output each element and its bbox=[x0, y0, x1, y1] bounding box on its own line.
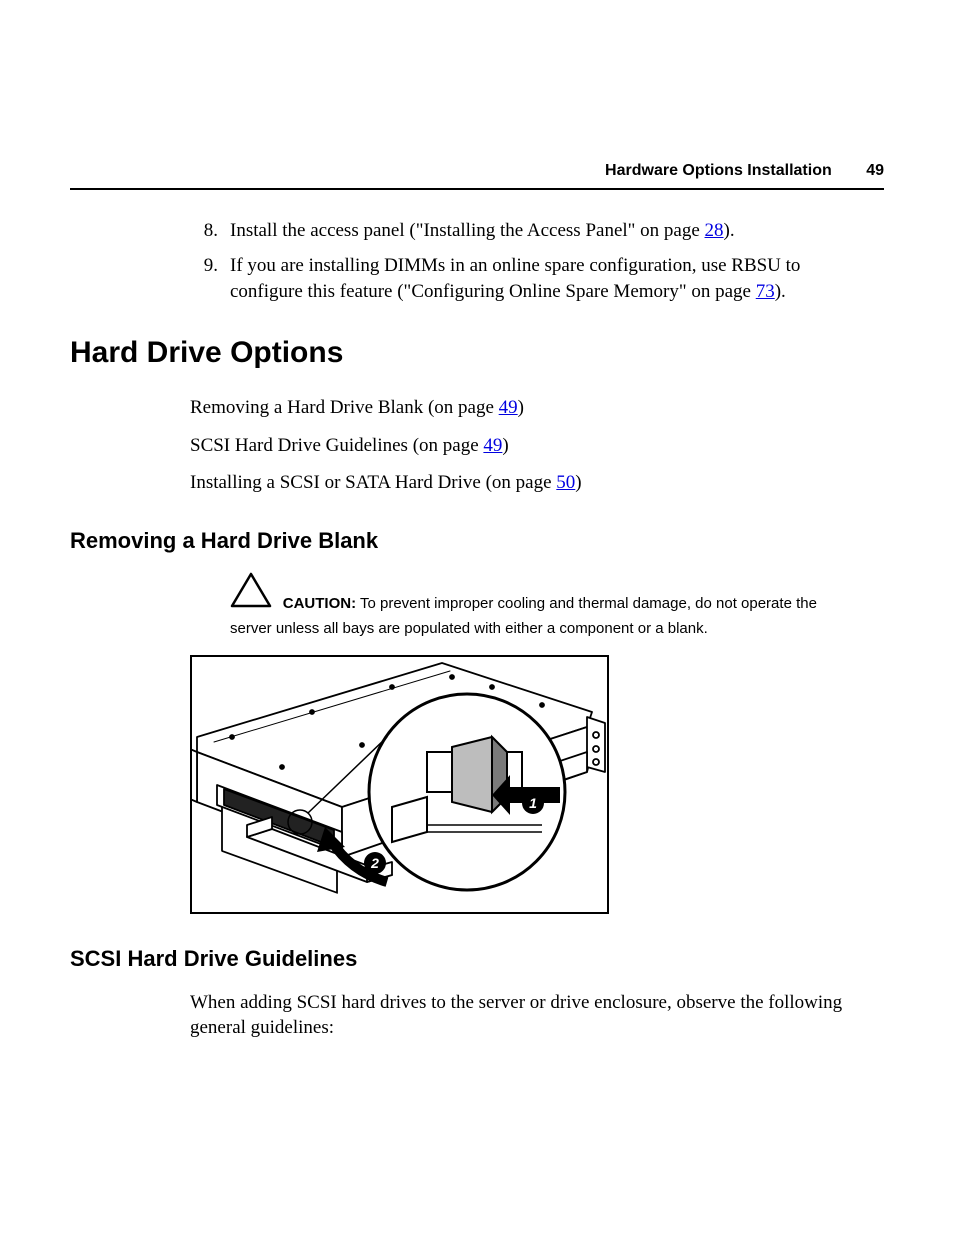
header-title: Hardware Options Installation bbox=[605, 162, 832, 179]
running-header: Hardware Options Installation 49 bbox=[70, 60, 884, 190]
step-8: 8. Install the access panel ("Installing… bbox=[190, 218, 854, 244]
caution-block: CAUTION: To prevent improper cooling and… bbox=[230, 572, 824, 641]
step-number: 8. bbox=[190, 218, 230, 244]
toc-entry: Removing a Hard Drive Blank (on page 49) bbox=[190, 395, 854, 421]
section-toc: Removing a Hard Drive Blank (on page 49)… bbox=[190, 395, 854, 496]
caution-text: CAUTION: To prevent improper cooling and… bbox=[230, 595, 817, 638]
step-text: If you are installing DIMMs in an online… bbox=[230, 253, 854, 304]
step-pre: Install the access panel ("Installing th… bbox=[230, 220, 705, 241]
page-link-49b[interactable]: 49 bbox=[483, 435, 502, 456]
scsi-guidelines-body: When adding SCSI hard drives to the serv… bbox=[190, 990, 854, 1041]
step-9: 9. If you are installing DIMMs in an onl… bbox=[190, 253, 854, 304]
toc-pre: Removing a Hard Drive Blank (on page bbox=[190, 397, 499, 418]
caution-label: CAUTION: bbox=[283, 595, 356, 612]
step-pre: If you are installing DIMMs in an online… bbox=[230, 255, 800, 302]
page-link-49a[interactable]: 49 bbox=[499, 397, 518, 418]
toc-post: ) bbox=[575, 472, 581, 493]
continued-steps: 8. Install the access panel ("Installing… bbox=[190, 218, 854, 305]
page-link-73[interactable]: 73 bbox=[756, 281, 775, 302]
body-paragraph: When adding SCSI hard drives to the serv… bbox=[190, 990, 854, 1041]
toc-entry: SCSI Hard Drive Guidelines (on page 49) bbox=[190, 433, 854, 459]
step-number: 9. bbox=[190, 253, 230, 304]
step-text: Install the access panel ("Installing th… bbox=[230, 218, 735, 244]
subsection-heading-scsi-guidelines: SCSI Hard Drive Guidelines bbox=[70, 944, 884, 974]
toc-pre: SCSI Hard Drive Guidelines (on page bbox=[190, 435, 483, 456]
toc-post: ) bbox=[502, 435, 508, 456]
step-post: ). bbox=[775, 281, 786, 302]
figure-callout-1: 1 bbox=[522, 792, 544, 814]
toc-entry: Installing a SCSI or SATA Hard Drive (on… bbox=[190, 470, 854, 496]
caution-and-figure: CAUTION: To prevent improper cooling and… bbox=[190, 572, 854, 914]
toc-pre: Installing a SCSI or SATA Hard Drive (on… bbox=[190, 472, 556, 493]
hard-drive-blank-figure: 1 2 bbox=[190, 655, 609, 914]
figure-callout-2: 2 bbox=[364, 852, 386, 874]
toc-post: ) bbox=[518, 397, 524, 418]
subsection-heading-removing-blank: Removing a Hard Drive Blank bbox=[70, 526, 884, 556]
step-post: ). bbox=[724, 220, 735, 241]
document-page: Hardware Options Installation 49 8. Inst… bbox=[0, 0, 954, 1235]
section-heading-hard-drive-options: Hard Drive Options bbox=[70, 333, 884, 374]
page-link-50[interactable]: 50 bbox=[556, 472, 575, 493]
header-page-number: 49 bbox=[866, 162, 884, 179]
caution-triangle-icon bbox=[230, 572, 272, 616]
page-link-28[interactable]: 28 bbox=[705, 220, 724, 241]
